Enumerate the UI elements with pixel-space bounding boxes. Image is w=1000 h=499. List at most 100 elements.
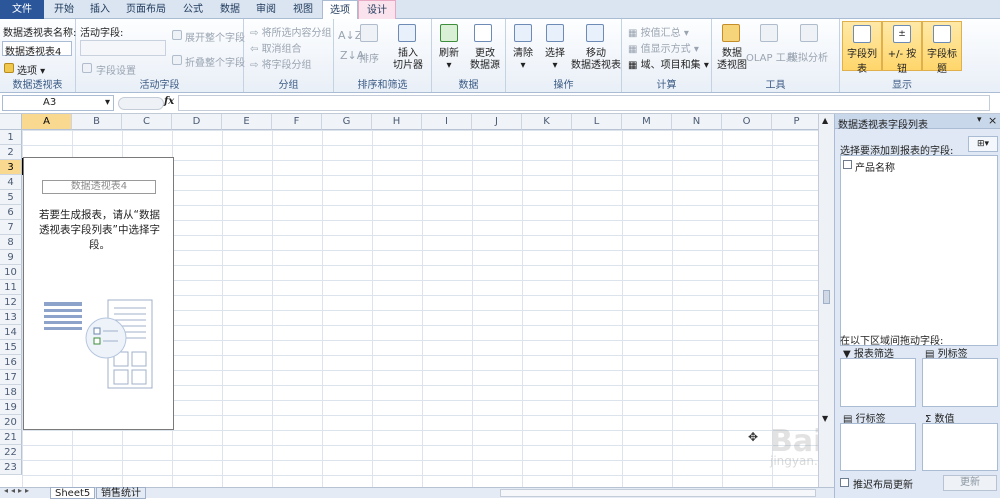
tab-page-layout[interactable]: 页面布局 [118, 0, 174, 19]
row-header-10[interactable]: 10 [0, 265, 22, 280]
row-header-7[interactable]: 7 [0, 220, 22, 235]
expand-field-button[interactable]: 展开整个字段 [185, 29, 245, 44]
column-header-f[interactable]: F [272, 114, 322, 130]
update-button[interactable]: 更新 [943, 475, 997, 491]
what-if-button[interactable]: 模拟分析 [788, 49, 828, 64]
refresh-button[interactable]: 刷新 ▾ [434, 48, 464, 72]
row-header-15[interactable]: 15 [0, 340, 22, 355]
row-header-23[interactable]: 23 [0, 460, 22, 475]
column-header-m[interactable]: M [622, 114, 672, 130]
column-header-j[interactable]: J [472, 114, 522, 130]
buttons-toggle[interactable]: ± +/- 按钮 [882, 21, 922, 75]
column-header-i[interactable]: I [422, 114, 472, 130]
scroll-thumb[interactable] [823, 290, 830, 304]
tab-design[interactable]: 设计 [358, 0, 396, 19]
group-selection-button[interactable]: ⇨ 将所选内容分组 [250, 24, 332, 39]
pivot-name-input[interactable]: 数据透视表4 [2, 41, 72, 58]
row-header-5[interactable]: 5 [0, 190, 22, 205]
placeholder-line-3: 段。 [89, 239, 110, 251]
field-list-button[interactable]: 字段列表 [842, 21, 882, 75]
group-field-button[interactable]: ⇨ 将字段分组 [250, 56, 312, 71]
row-header-17[interactable]: 17 [0, 370, 22, 385]
pane-close-icon[interactable]: × [988, 114, 997, 127]
row-header-4[interactable]: 4 [0, 175, 22, 190]
insert-slicer-button[interactable]: 插入 切片器 [388, 48, 428, 72]
options-icon [4, 63, 14, 73]
tab-options[interactable]: 选项 [322, 0, 358, 20]
tab-insert[interactable]: 插入 [82, 0, 118, 19]
column-header-o[interactable]: O [722, 114, 772, 130]
column-labels-area[interactable] [922, 358, 998, 407]
row-header-1[interactable]: 1 [0, 130, 22, 145]
row-header-20[interactable]: 20 [0, 415, 22, 430]
expand-field-icon [172, 30, 182, 40]
sheet-tab-sheet5[interactable]: Sheet5 [50, 487, 96, 499]
row-header-8[interactable]: 8 [0, 235, 22, 250]
summarize-by-button[interactable]: ▦ 按值汇总 ▾ [628, 24, 689, 39]
row-header-12[interactable]: 12 [0, 295, 22, 310]
column-header-b[interactable]: B [72, 114, 122, 130]
clear-button[interactable]: 清除 ▾ [508, 48, 538, 72]
tab-view[interactable]: 视图 [284, 0, 322, 19]
report-filter-area[interactable] [840, 358, 916, 407]
formula-input[interactable] [178, 95, 990, 111]
column-header-d[interactable]: D [172, 114, 222, 130]
vertical-scrollbar[interactable]: ▲ ▼ [818, 114, 834, 487]
tab-review[interactable]: 审阅 [248, 0, 284, 19]
tab-home[interactable]: 开始 [46, 0, 82, 19]
field-headers-toggle[interactable]: 字段标题 [922, 21, 962, 75]
options-button[interactable]: 选项 ▾ [17, 62, 45, 77]
select-button[interactable]: 选择 ▾ [540, 48, 570, 72]
row-header-6[interactable]: 6 [0, 205, 22, 220]
layout-menu-button[interactable]: ⊞▾ [968, 136, 998, 152]
scroll-up-icon[interactable]: ▲ [822, 116, 828, 125]
row-header-3[interactable]: 3 [0, 160, 22, 175]
defer-update-checkbox[interactable] [840, 478, 849, 487]
row-header-16[interactable]: 16 [0, 355, 22, 370]
collapse-field-button[interactable]: 折叠整个字段 [185, 54, 245, 69]
column-header-c[interactable]: C [122, 114, 172, 130]
column-header-p[interactable]: P [772, 114, 818, 130]
sheet-tab-sales[interactable]: 销售统计 [96, 487, 146, 499]
column-header-k[interactable]: K [522, 114, 572, 130]
worksheet[interactable]: ABCDEFGHIJKLMNOP 1 2 3 4 5 6 7 8 9 10 11 12 13 14 15 16… [0, 114, 818, 487]
row-labels-area[interactable] [840, 423, 916, 471]
row-header-19[interactable]: 19 [0, 400, 22, 415]
pane-menu-icon[interactable]: ▾ [977, 115, 982, 125]
fields-items-sets-button[interactable]: ▦ 域、项目和集 ▾ [628, 56, 709, 71]
show-values-as-button[interactable]: ▦ 值显示方式 ▾ [628, 40, 699, 55]
sheet-nav-arrows-icon[interactable]: ◂◂▸▸ [4, 486, 32, 495]
row-header-22[interactable]: 22 [0, 445, 22, 460]
column-header-e[interactable]: E [222, 114, 272, 130]
sort-button[interactable]: 排序 [359, 50, 379, 65]
select-all-corner[interactable] [0, 114, 22, 130]
tab-file[interactable]: 文件 [0, 0, 44, 19]
row-header-14[interactable]: 14 [0, 325, 22, 340]
row-header-2[interactable]: 2 [0, 145, 22, 160]
formula-expand-handle[interactable] [118, 97, 164, 110]
row-header-18[interactable]: 18 [0, 385, 22, 400]
row-header-11[interactable]: 11 [0, 280, 22, 295]
scroll-down-icon[interactable]: ▼ [822, 414, 828, 423]
tab-formulas[interactable]: 公式 [174, 0, 212, 19]
tab-data[interactable]: 数据 [212, 0, 248, 19]
column-header-l[interactable]: L [572, 114, 622, 130]
column-header-n[interactable]: N [672, 114, 722, 130]
row-header-13[interactable]: 13 [0, 310, 22, 325]
row-header-9[interactable]: 9 [0, 250, 22, 265]
fx-icon[interactable]: fx [164, 96, 174, 107]
ungroup-button[interactable]: ⇦ 取消组合 [250, 40, 302, 55]
field-checkbox[interactable] [843, 160, 852, 169]
field-settings-button[interactable]: 字段设置 [96, 62, 136, 77]
values-area[interactable] [922, 423, 998, 471]
name-box[interactable]: A3 ▾ [2, 95, 114, 111]
move-pivot-button[interactable]: 移动 数据透视表 [570, 48, 622, 72]
column-header-a[interactable]: A [22, 114, 72, 130]
field-item[interactable]: 产品名称 [843, 159, 993, 174]
column-header-h[interactable]: H [372, 114, 422, 130]
active-field-input[interactable] [80, 40, 166, 56]
column-header-g[interactable]: G [322, 114, 372, 130]
change-source-button[interactable]: 更改 数据源 [465, 48, 505, 72]
horizontal-scrollbar[interactable] [500, 489, 816, 497]
row-header-21[interactable]: 21 [0, 430, 22, 445]
